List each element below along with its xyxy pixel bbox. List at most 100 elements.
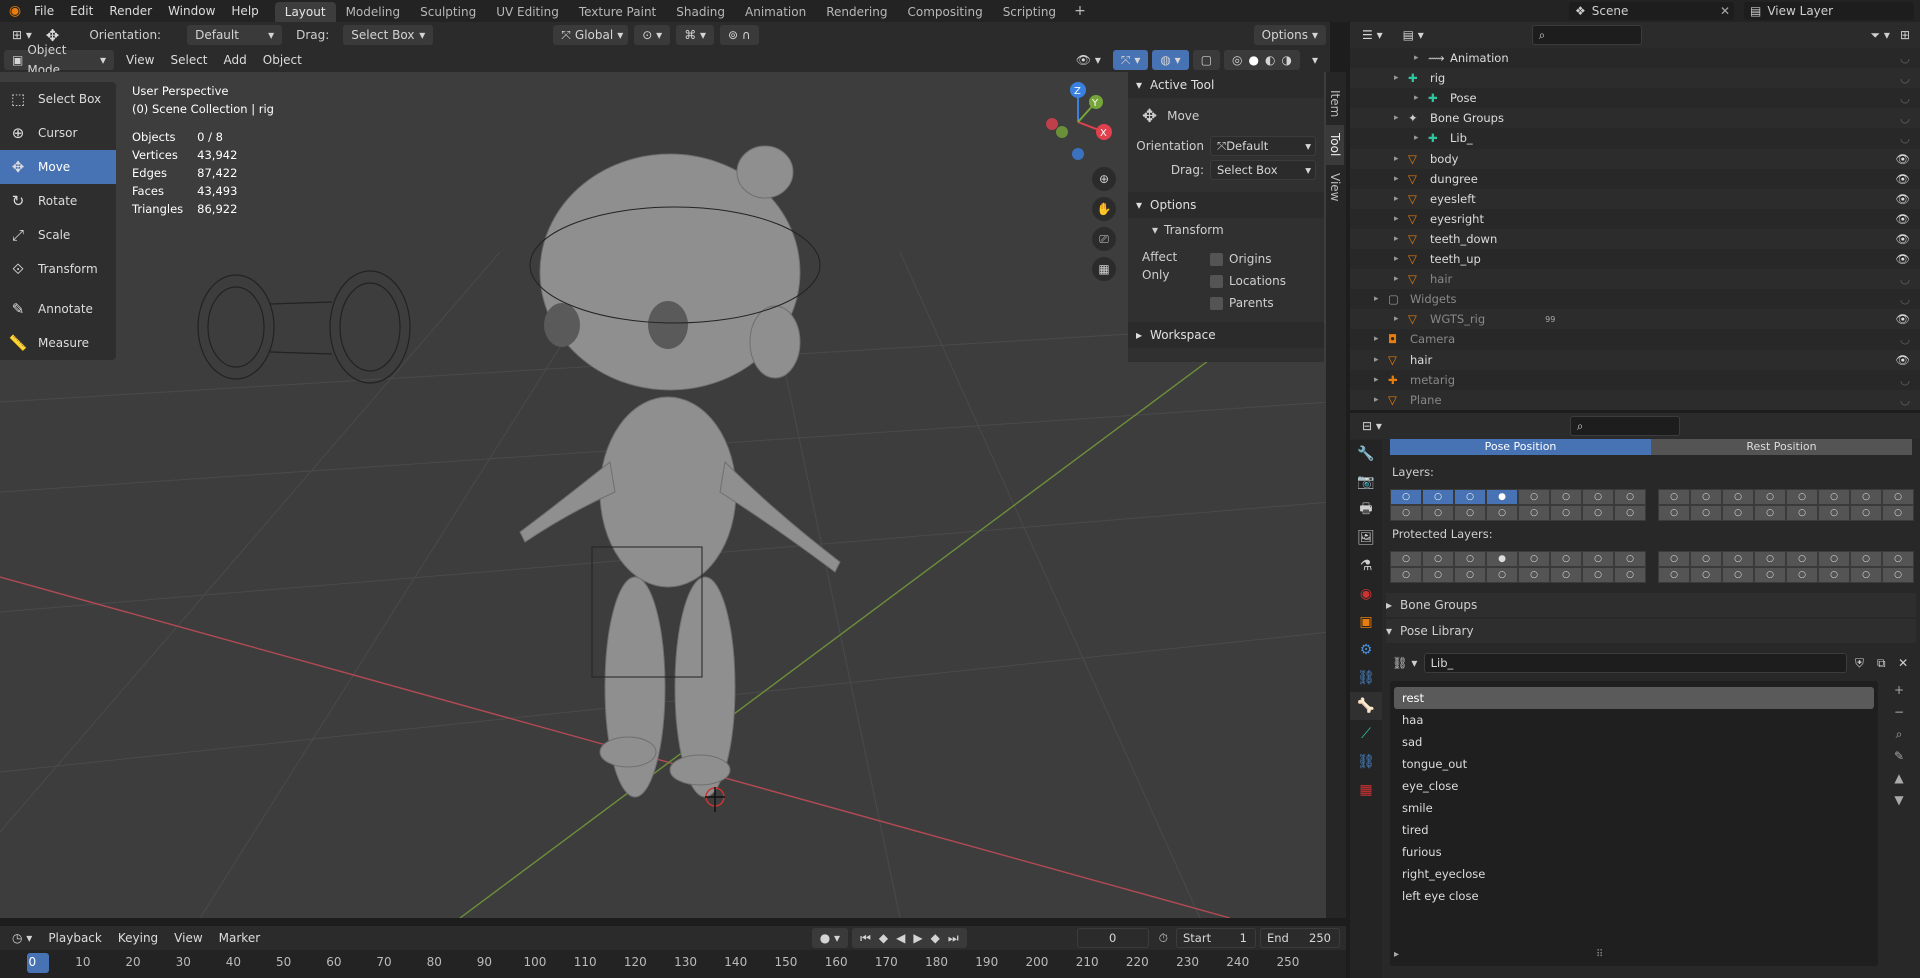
orientation-field[interactable]: ⤧ Default ▾ <box>1210 136 1316 156</box>
viewport-menu-object[interactable]: Object <box>255 49 310 71</box>
pose-item[interactable]: eye_close <box>1394 775 1874 797</box>
expand-arrow-icon[interactable]: ▸ <box>1374 395 1388 405</box>
tab-modeling[interactable]: Modeling <box>336 2 411 22</box>
tool-annotate[interactable]: ✎ Annotate <box>0 292 116 326</box>
mode-dropdown[interactable]: ▣ Object Mode ▾ <box>4 43 114 77</box>
outliner-row[interactable]: ▸ ✦ Bone Groups ◡ <box>1350 108 1920 129</box>
properties-search-input[interactable]: ⌕ <box>1569 416 1680 436</box>
tab-sculpting[interactable]: Sculpting <box>410 2 486 22</box>
move-down-button[interactable]: ▼ <box>1890 791 1908 809</box>
remove-pose-button[interactable]: − <box>1890 703 1908 721</box>
layer-toggle[interactable]: ○ <box>1614 505 1646 521</box>
pose-position-button[interactable]: Pose Position <box>1390 439 1651 455</box>
layer-toggle[interactable]: ○ <box>1754 567 1786 583</box>
layer-toggle[interactable]: ○ <box>1550 567 1582 583</box>
layer-toggle[interactable]: ○ <box>1454 551 1486 567</box>
layer-toggle[interactable]: ○ <box>1550 551 1582 567</box>
bone-icon[interactable]: ⟋ <box>1350 720 1382 748</box>
layer-toggle[interactable]: ○ <box>1882 489 1914 505</box>
layer-toggle[interactable]: ○ <box>1722 551 1754 567</box>
visibility-eye-icon[interactable]: 👁 <box>1895 252 1910 266</box>
layer-toggle[interactable]: ○ <box>1786 489 1818 505</box>
layer-toggle[interactable]: ○ <box>1818 505 1850 521</box>
layer-toggle[interactable]: ○ <box>1658 567 1690 583</box>
navigation-gizmo[interactable]: Z X Y <box>1040 82 1120 162</box>
filter-icon[interactable]: ⏷ ▾ <box>1870 28 1889 43</box>
layer-toggle[interactable]: ○ <box>1754 489 1786 505</box>
proportional-edit-button[interactable]: ⊚ ∩ <box>720 25 759 45</box>
pose-item[interactable]: tired <box>1394 819 1874 841</box>
layer-toggle[interactable]: ○ <box>1754 551 1786 567</box>
visibility-eye-icon[interactable]: ◡ <box>1900 332 1910 346</box>
pose-library-header[interactable]: ▾ Pose Library <box>1386 619 1916 643</box>
layer-toggle[interactable]: ○ <box>1454 505 1486 521</box>
visibility-eye-icon[interactable]: 👁 <box>1895 353 1910 367</box>
sanitize-pose-button[interactable]: ✎ <box>1890 747 1908 765</box>
expand-arrow-icon[interactable]: ▸ <box>1394 113 1408 123</box>
next-keyframe-icon[interactable]: ◆ <box>931 928 940 948</box>
layer-toggle[interactable]: ○ <box>1422 505 1454 521</box>
menu-file[interactable]: File <box>26 0 62 22</box>
layer-toggle[interactable]: ○ <box>1722 489 1754 505</box>
display-mode-dropdown[interactable]: ▤ ▾ <box>1395 25 1432 45</box>
tool-rotate[interactable]: ↻ Rotate <box>0 184 116 218</box>
tab-tool[interactable]: Tool <box>1326 125 1344 165</box>
pose-item[interactable]: tongue_out <box>1394 753 1874 775</box>
duplicate-icon[interactable]: ⧉ <box>1872 656 1890 671</box>
layer-toggle[interactable]: ○ <box>1390 505 1422 521</box>
prev-keyframe-icon[interactable]: ◆ <box>879 928 888 948</box>
keyframe-record-button[interactable]: ● ▾ <box>811 928 849 948</box>
outliner-row[interactable]: ▸ ▽ teeth_up 👁 <box>1350 249 1920 269</box>
pose-item[interactable]: right_eyeclose <box>1394 863 1874 885</box>
layer-toggle[interactable]: ○ <box>1786 505 1818 521</box>
menu-help[interactable]: Help <box>223 0 266 22</box>
layer-toggle[interactable]: ○ <box>1690 567 1722 583</box>
timer-icon[interactable]: ⏱ <box>1159 931 1168 946</box>
layer-toggle[interactable]: ○ <box>1658 489 1690 505</box>
menu-window[interactable]: Window <box>160 0 223 22</box>
visibility-dropdown[interactable]: 👁 ▾ <box>1068 50 1109 70</box>
layer-toggle[interactable]: ○ <box>1422 567 1454 583</box>
drag-dropdown[interactable]: Select Box ▾ <box>343 25 434 45</box>
layer-toggle[interactable]: ○ <box>1422 489 1454 505</box>
list-expand-icon[interactable]: ▸ <box>1394 949 1399 960</box>
rendered-icon[interactable]: ◑ <box>1281 50 1291 70</box>
bone-groups-header[interactable]: ▸ Bone Groups <box>1386 593 1916 617</box>
tab-view[interactable]: View <box>1326 165 1344 209</box>
layer-toggle[interactable]: ○ <box>1550 489 1582 505</box>
layer-toggle[interactable]: ○ <box>1614 489 1646 505</box>
outliner-row[interactable]: ▸ ▽ hair ◡ <box>1350 269 1920 290</box>
tab-uv-editing[interactable]: UV Editing <box>486 2 569 22</box>
library-name-field[interactable]: Lib_ <box>1423 653 1847 673</box>
pose-item[interactable]: haa <box>1394 709 1874 731</box>
add-workspace-button[interactable]: + <box>1066 3 1094 19</box>
render-icon[interactable]: 📷 <box>1350 468 1382 496</box>
visibility-eye-icon[interactable]: 👁 <box>1895 192 1910 206</box>
properties-editor-type[interactable]: ⊟ ▾ <box>1354 416 1390 436</box>
visibility-eye-icon[interactable]: 👁 <box>1895 172 1910 186</box>
layer-toggle[interactable]: ○ <box>1690 489 1722 505</box>
layer-toggle[interactable]: ○ <box>1422 551 1454 567</box>
timeline-menu-marker[interactable]: Marker <box>211 927 268 949</box>
tab-shading[interactable]: Shading <box>666 2 735 22</box>
transform-subheader[interactable]: ▾ Transform <box>1128 218 1324 242</box>
blender-logo-icon[interactable]: ◉ <box>4 3 26 19</box>
move-up-button[interactable]: ▲ <box>1890 769 1908 787</box>
armature-data-icon[interactable]: 🦴 <box>1350 692 1382 720</box>
jump-end-icon[interactable]: ⏭ <box>948 928 959 948</box>
layer-toggle[interactable]: ○ <box>1882 505 1914 521</box>
layer-toggle[interactable]: ○ <box>1518 505 1550 521</box>
outliner-row[interactable]: ▸ ▢ Widgets ◡ <box>1350 289 1920 309</box>
expand-arrow-icon[interactable]: ▸ <box>1394 174 1408 184</box>
layer-toggle[interactable]: ○ <box>1690 505 1722 521</box>
pose-item[interactable]: furious <box>1394 841 1874 863</box>
outliner-editor-type[interactable]: ☰ ▾ <box>1354 25 1391 45</box>
visibility-eye-icon[interactable]: ◡ <box>1900 71 1910 85</box>
visibility-eye-icon[interactable]: ◡ <box>1900 51 1910 65</box>
layer-toggle[interactable]: ○ <box>1614 567 1646 583</box>
layer-toggle[interactable]: ○ <box>1454 567 1486 583</box>
outliner-row[interactable]: ▸ ✚ Lib_ ◡ <box>1350 128 1920 148</box>
fake-user-icon[interactable]: ⛨ <box>1851 656 1869 671</box>
apply-pose-button[interactable]: ⌕ <box>1890 725 1908 743</box>
layer-toggle[interactable]: ○ <box>1722 505 1754 521</box>
